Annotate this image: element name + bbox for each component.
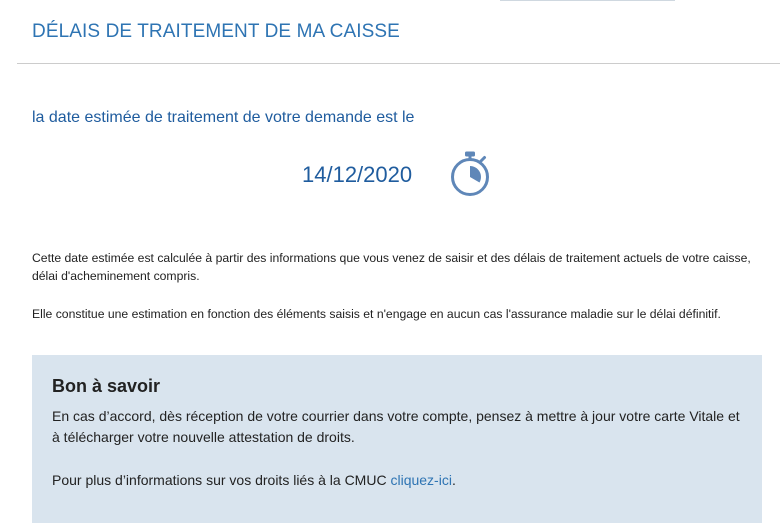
notice-more-info-end: .: [451, 472, 456, 488]
page-title: DÉLAIS DE TRAITEMENT DE MA CAISSE: [32, 21, 400, 42]
estimate-label: la date estimée de traitement de votre d…: [32, 109, 415, 126]
notice-text: En cas d’accord, dès réception de votre …: [52, 408, 740, 445]
estimate-disclaimer: Elle constitue une estimation en fonctio…: [32, 307, 721, 321]
notice-title: Bon à savoir: [52, 376, 161, 396]
estimate-row: 14/12/2020: [0, 150, 780, 198]
notice-more-info: Pour plus d’informations sur vos droits …: [52, 470, 742, 491]
estimated-date: 14/12/2020: [302, 162, 413, 187]
stopwatch-icon: [448, 150, 492, 198]
estimate-explanation: Cette date estimée est calculée à partir…: [32, 251, 751, 283]
good-to-know-box: Bon à savoir En cas d’accord, dès récept…: [32, 355, 762, 523]
notice-more-info-text: Pour plus d’informations sur vos droits …: [52, 472, 391, 488]
section-header: DÉLAIS DE TRAITEMENT DE MA CAISSE: [17, 0, 780, 64]
cmuc-info-link[interactable]: cliquez-ici: [390, 472, 451, 488]
